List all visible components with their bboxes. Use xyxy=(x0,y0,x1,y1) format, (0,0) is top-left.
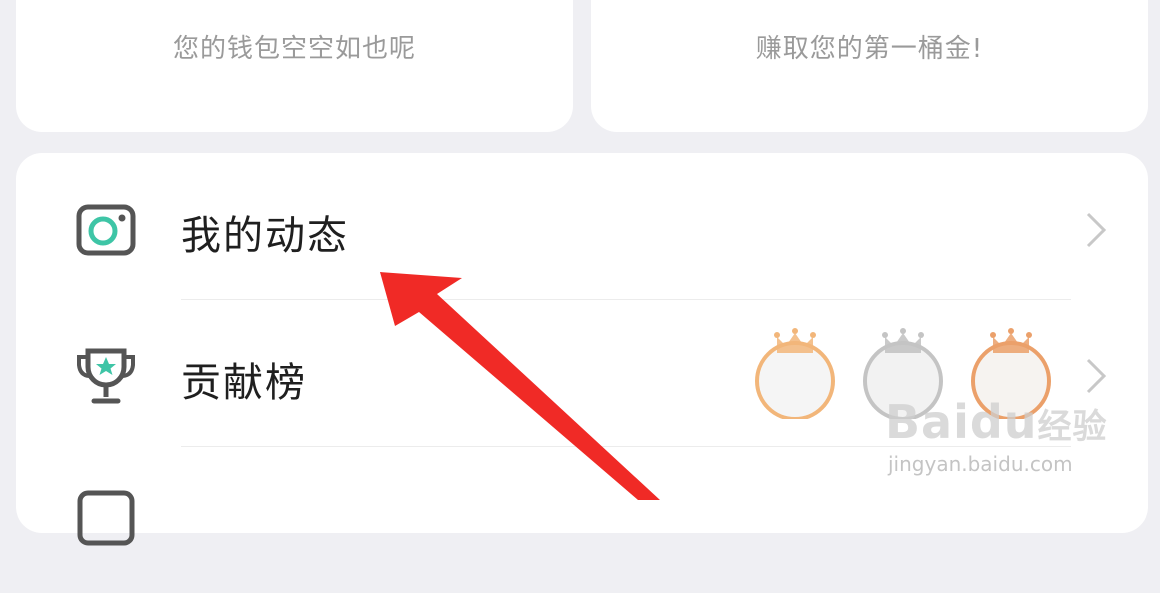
earn-prompt-text: 赚取您的第一桶金! xyxy=(755,34,984,64)
wallet-empty-text: 您的钱包空空如也呢 xyxy=(172,34,416,64)
silver-rank-avatar xyxy=(863,328,943,419)
chevron-right-icon xyxy=(1086,212,1107,248)
chevron-right-icon xyxy=(1086,358,1107,394)
menu-item-my-moments[interactable]: 我的动态 xyxy=(16,158,1148,298)
menu-divider xyxy=(181,446,1071,447)
menu-divider xyxy=(181,299,1071,300)
camera-icon xyxy=(76,204,136,256)
menu-item-partial[interactable] xyxy=(16,453,1148,593)
bronze-rank-avatar xyxy=(971,328,1051,419)
gold-rank-avatar xyxy=(755,328,835,419)
menu-card: 我的动态 贡献榜 xyxy=(16,153,1148,546)
earn-card[interactable]: 赚取您的第一桶金! xyxy=(591,0,1148,132)
my-moments-label: 我的动态 xyxy=(181,213,349,259)
trophy-icon xyxy=(77,348,135,404)
contribution-list-label: 贡献榜 xyxy=(181,360,307,406)
wallet-card[interactable]: 您的钱包空空如也呢 xyxy=(16,0,573,132)
menu-item-contribution-list[interactable]: 贡献榜 xyxy=(16,306,1148,446)
menu-item-icon xyxy=(77,490,135,546)
